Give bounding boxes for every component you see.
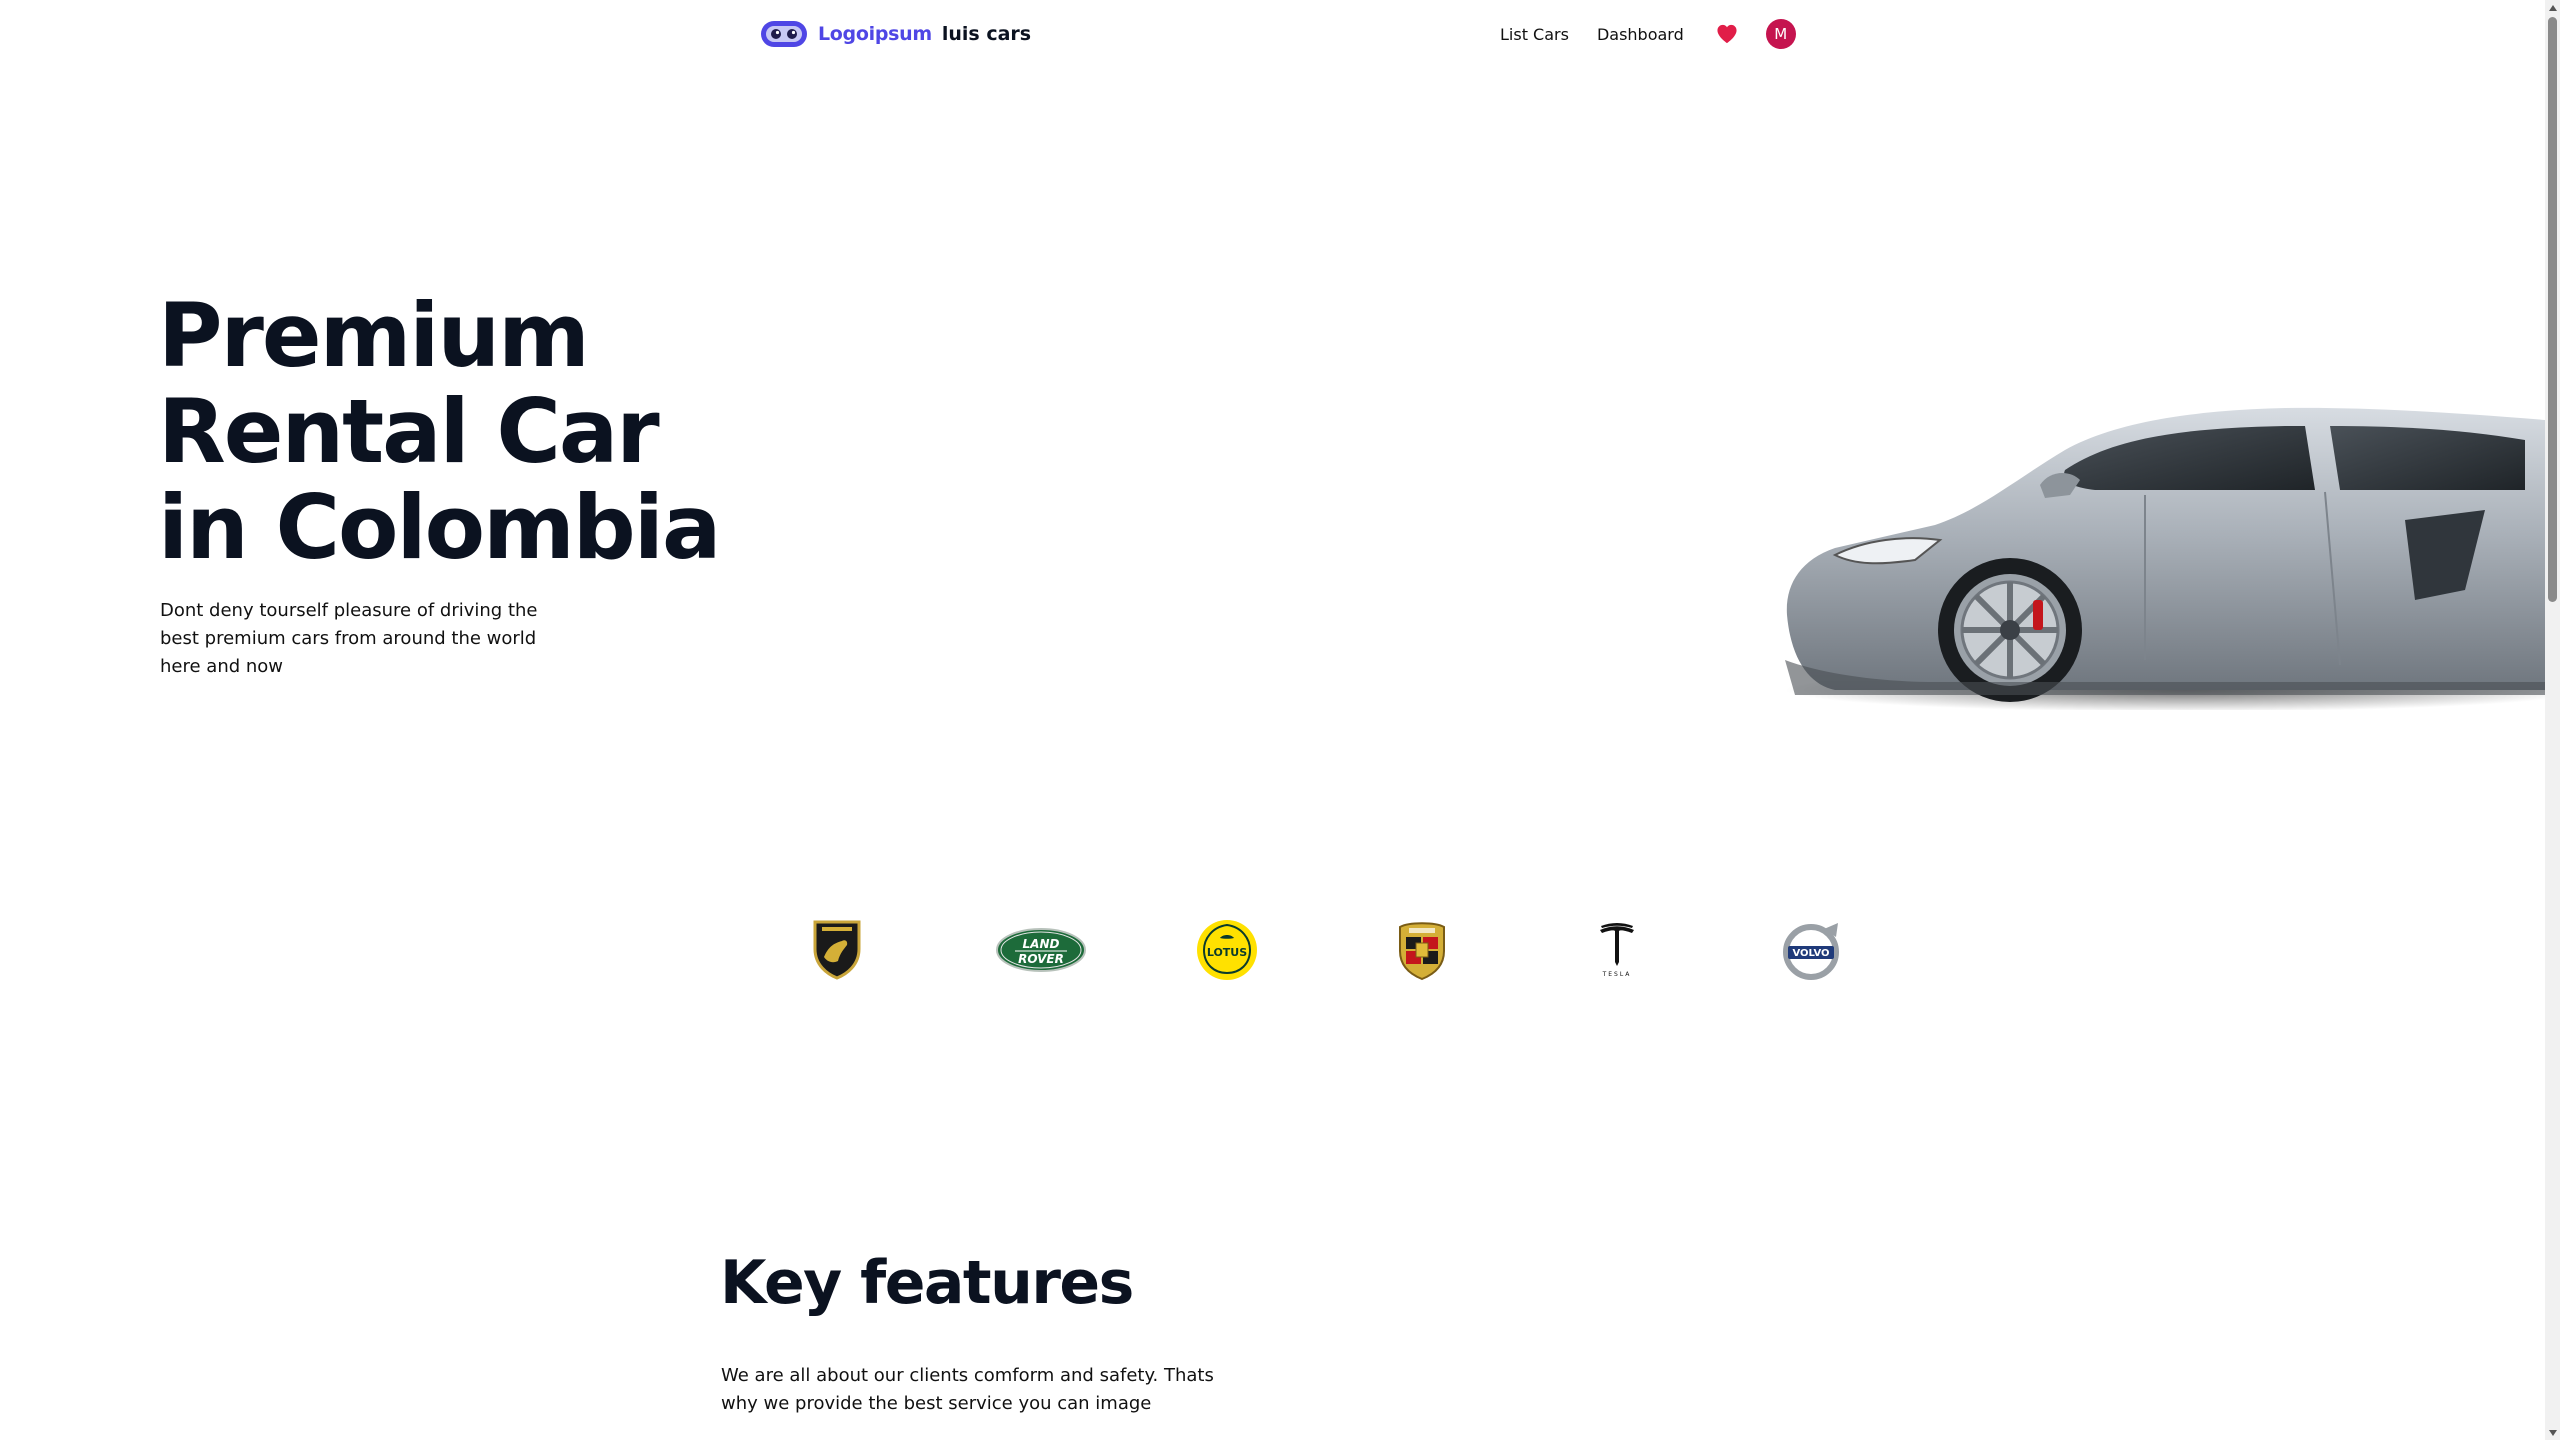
user-avatar[interactable]: M <box>1765 19 1796 49</box>
brand-logos-row: LAND ROVER LOTUS TESLA VOLVO <box>0 915 2545 985</box>
lamborghini-logo-icon <box>813 920 861 980</box>
lotus-text: LOTUS <box>1207 946 1247 959</box>
hero-car-image <box>1785 407 2545 710</box>
vertical-scrollbar[interactable] <box>2545 0 2560 1440</box>
brand-lamborghini[interactable] <box>797 915 877 985</box>
hero-subtitle: Dont deny tourself pleasure of driving t… <box>160 600 538 677</box>
brand-name: Logoipsum <box>818 23 932 45</box>
volvo-text: VOLVO <box>1792 948 1829 959</box>
key-features-subtitle: We are all about our clients comform and… <box>721 1365 1214 1414</box>
brand-tesla[interactable]: TESLA <box>1577 915 1657 985</box>
hero-title-line: Premium <box>158 284 590 387</box>
logoipsum-icon <box>761 21 807 47</box>
scrollbar-thumb[interactable] <box>2548 17 2557 602</box>
tesla-logo-icon: TESLA <box>1600 923 1634 978</box>
brand-suffix: luis cars <box>941 23 1032 45</box>
brand-volvo[interactable]: VOLVO <box>1772 915 1852 985</box>
key-features-title: Key features <box>720 1248 1134 1318</box>
land-rover-text-top: LAND <box>1023 937 1060 951</box>
hero-title-line: in Colombia <box>158 476 721 579</box>
brand-lotus[interactable]: LOTUS <box>1187 915 1267 985</box>
nav-dashboard[interactable]: Dashboard <box>1597 25 1684 44</box>
scroll-down-arrow-icon[interactable] <box>2545 1425 2560 1440</box>
porsche-logo-icon <box>1399 922 1445 981</box>
brand-home-link[interactable]: Logoipsum luis cars <box>760 18 1031 50</box>
hero-title-line: Rental Car <box>158 380 660 483</box>
brand-land-rover[interactable]: LAND ROVER <box>993 915 1089 985</box>
page: Logoipsum luis cars List Cars Dashboard … <box>0 0 2560 1440</box>
lotus-logo-icon: LOTUS <box>1197 920 1257 980</box>
land-rover-logo-icon: LAND ROVER <box>996 928 1086 972</box>
heart-icon <box>1717 24 1737 44</box>
scroll-up-arrow-icon[interactable] <box>2545 0 2560 15</box>
favorites-button[interactable] <box>1714 21 1740 47</box>
nav-list-cars[interactable]: List Cars <box>1500 25 1569 44</box>
main-nav: List Cars Dashboard M <box>1500 14 1796 54</box>
tesla-text: TESLA <box>1602 971 1632 978</box>
volvo-logo-icon: VOLVO <box>1783 923 1839 980</box>
brand-porsche[interactable] <box>1382 915 1462 985</box>
hero-title: Premium Rental Car in Colombia <box>158 288 878 576</box>
land-rover-text-bottom: ROVER <box>1018 952 1064 966</box>
top-navbar: Logoipsum luis cars List Cars Dashboard … <box>0 0 2545 70</box>
